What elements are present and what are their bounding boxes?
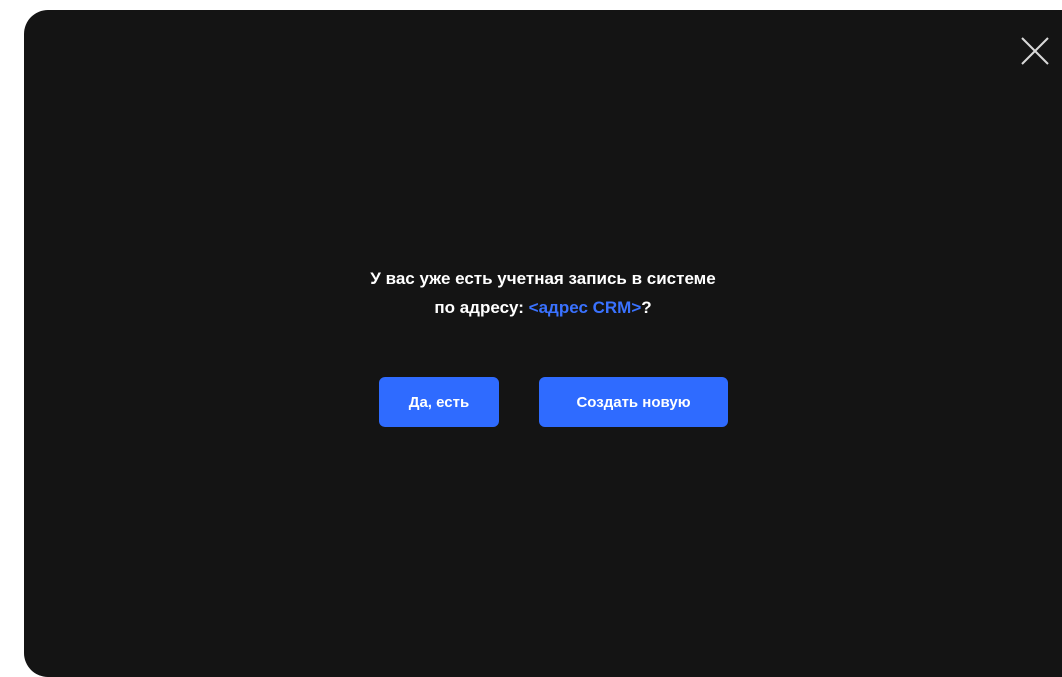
question-suffix: ?: [641, 298, 652, 317]
account-question: У вас уже есть учетная запись в системе …: [24, 264, 1062, 322]
crm-address-link[interactable]: <адрес CRM>: [529, 298, 642, 317]
question-line-1: У вас уже есть учетная запись в системе: [370, 269, 716, 288]
create-new-account-button[interactable]: Создать новую: [539, 377, 728, 427]
close-icon: [1021, 37, 1049, 65]
question-line-2: по адресу: <адрес CRM>?: [24, 293, 1062, 322]
account-dialog: У вас уже есть учетная запись в системе …: [24, 10, 1062, 677]
close-button[interactable]: [1018, 34, 1052, 68]
question-prefix: по адресу:: [434, 298, 529, 317]
yes-have-account-button[interactable]: Да, есть: [379, 377, 499, 427]
